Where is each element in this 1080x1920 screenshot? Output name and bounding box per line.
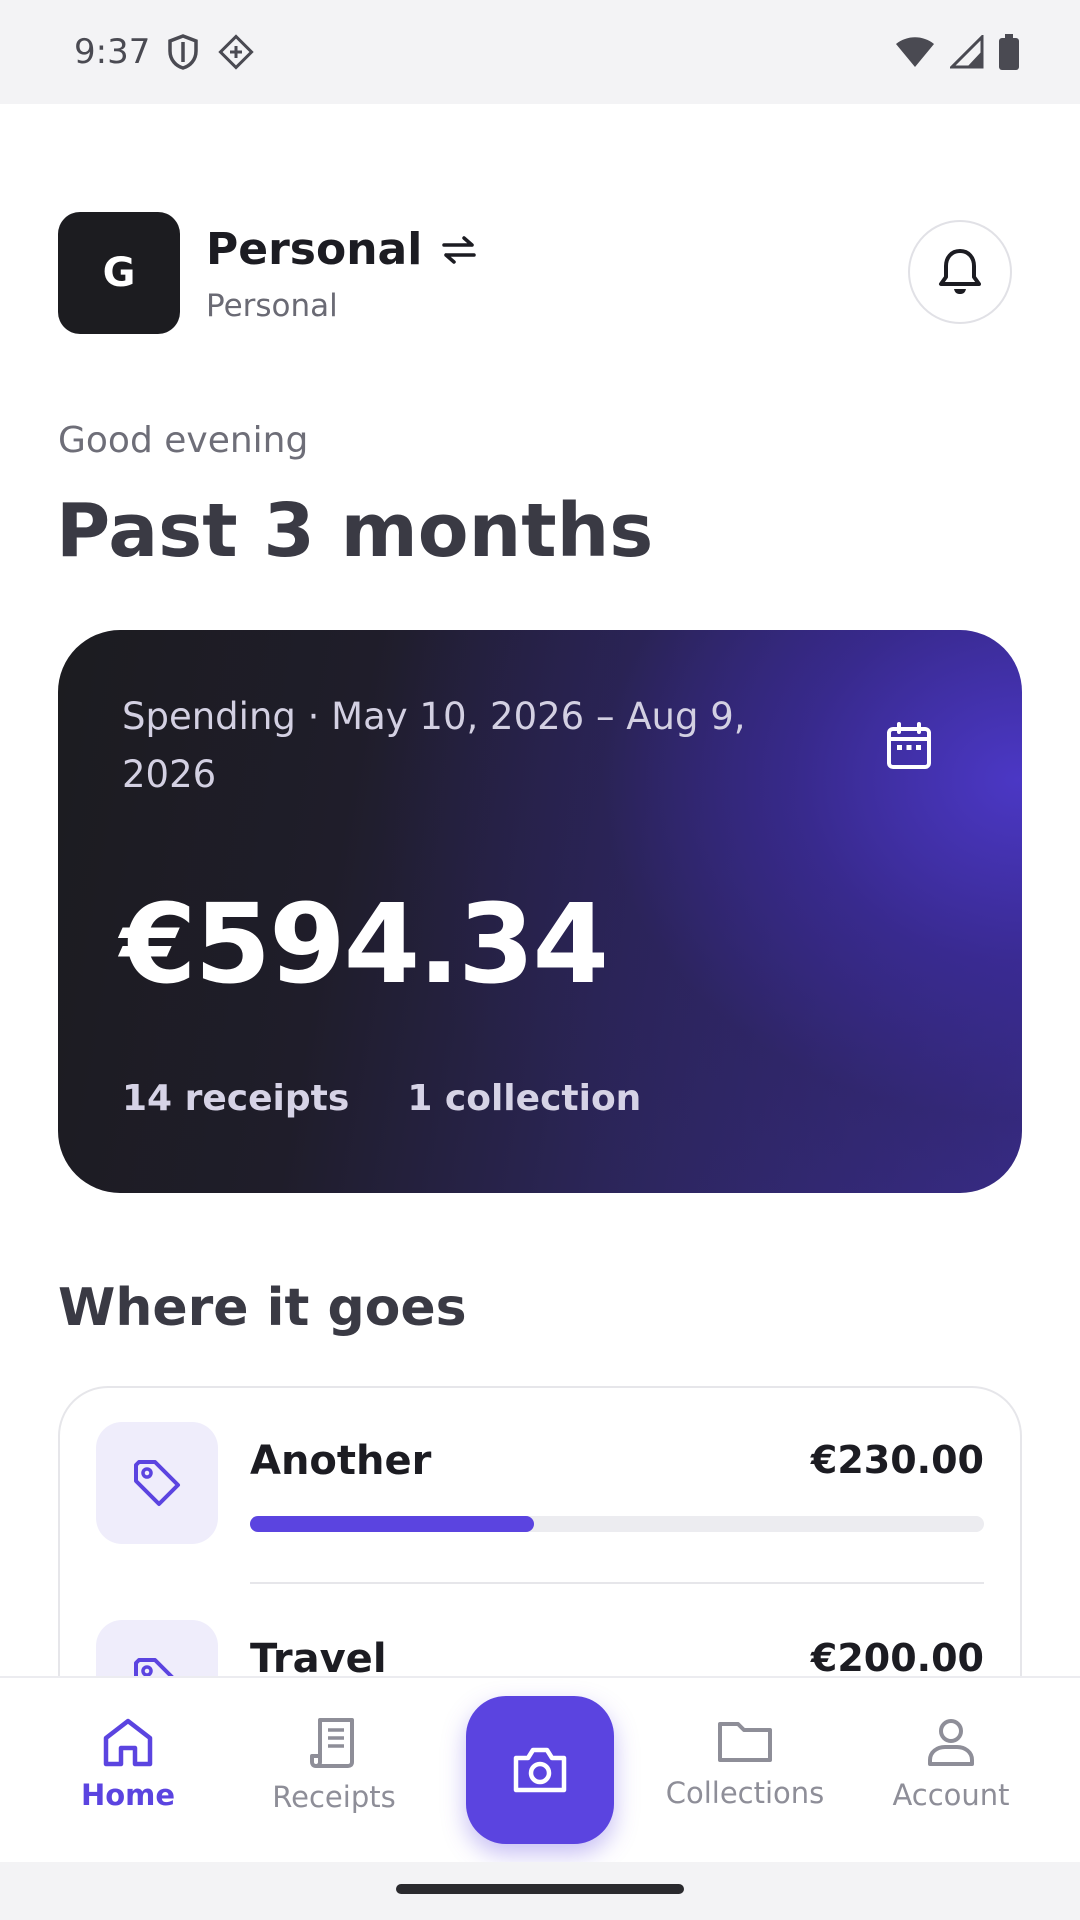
nav-receipts[interactable]: Receipts: [249, 1716, 419, 1814]
nav-home[interactable]: Home: [43, 1716, 213, 1812]
avatar[interactable]: G: [58, 212, 180, 334]
nav-account-label: Account: [892, 1778, 1010, 1812]
status-left: 9:37: [74, 32, 256, 72]
where-it-goes-title: Where it goes: [58, 1278, 467, 1338]
category-amount: €200.00: [810, 1636, 984, 1680]
category-amount: €230.00: [810, 1438, 984, 1482]
bottom-nav: Home Receipts Collections Account: [0, 1676, 1080, 1862]
page-title: Past 3 months: [56, 488, 654, 574]
account-switcher[interactable]: Personal: [206, 224, 478, 275]
spending-card[interactable]: Spending · May 10, 2026 – Aug 9, 2026 €5…: [58, 630, 1022, 1193]
tag-icon: [131, 1457, 183, 1509]
scan-receipt-button[interactable]: [466, 1696, 614, 1844]
spending-amount: €594.34: [120, 880, 609, 1008]
spending-period-label: Spending · May 10, 2026 – Aug 9, 2026: [122, 695, 746, 796]
category-progress-fill: [250, 1516, 535, 1532]
nav-collections-label: Collections: [665, 1776, 825, 1810]
diamond-icon: [216, 32, 256, 72]
home-icon: [43, 1716, 213, 1768]
bell-icon: [937, 247, 983, 297]
camera-icon: [511, 1745, 569, 1795]
swap-icon: [440, 235, 478, 265]
list-item[interactable]: Another €230.00: [60, 1388, 1020, 1584]
account-header: G Personal Personal: [58, 212, 1022, 334]
person-icon: [866, 1716, 1036, 1768]
divider: [250, 1582, 984, 1584]
signal-icon: [950, 35, 984, 69]
calendar-icon: [886, 722, 932, 770]
shield-icon: [166, 33, 200, 71]
account-type: Personal: [206, 288, 338, 324]
collections-count: 1 collection: [407, 1078, 642, 1119]
nav-receipts-label: Receipts: [272, 1780, 396, 1814]
gesture-area: [0, 1862, 1080, 1920]
nav-home-label: Home: [80, 1778, 176, 1812]
account-name: Personal: [206, 224, 423, 275]
nav-account[interactable]: Account: [866, 1716, 1036, 1812]
greeting: Good evening: [58, 420, 309, 461]
receipt-icon: [249, 1716, 419, 1770]
nav-collections[interactable]: Collections: [660, 1716, 830, 1810]
spending-stats: 14 receipts 1 collection: [122, 1078, 641, 1119]
wifi-icon: [894, 35, 936, 69]
receipts-count: 14 receipts: [122, 1078, 350, 1119]
folder-icon: [660, 1716, 830, 1766]
calendar-button[interactable]: [886, 722, 932, 770]
gesture-handle[interactable]: [396, 1884, 684, 1894]
status-bar: 9:37: [0, 0, 1080, 104]
status-time: 9:37: [74, 32, 151, 72]
notifications-button[interactable]: [908, 220, 1012, 324]
battery-icon: [998, 34, 1020, 70]
status-right: [894, 34, 1020, 70]
category-name: Another: [250, 1438, 432, 1484]
category-progress-track: [250, 1516, 984, 1532]
category-icon-tile: [96, 1422, 218, 1544]
